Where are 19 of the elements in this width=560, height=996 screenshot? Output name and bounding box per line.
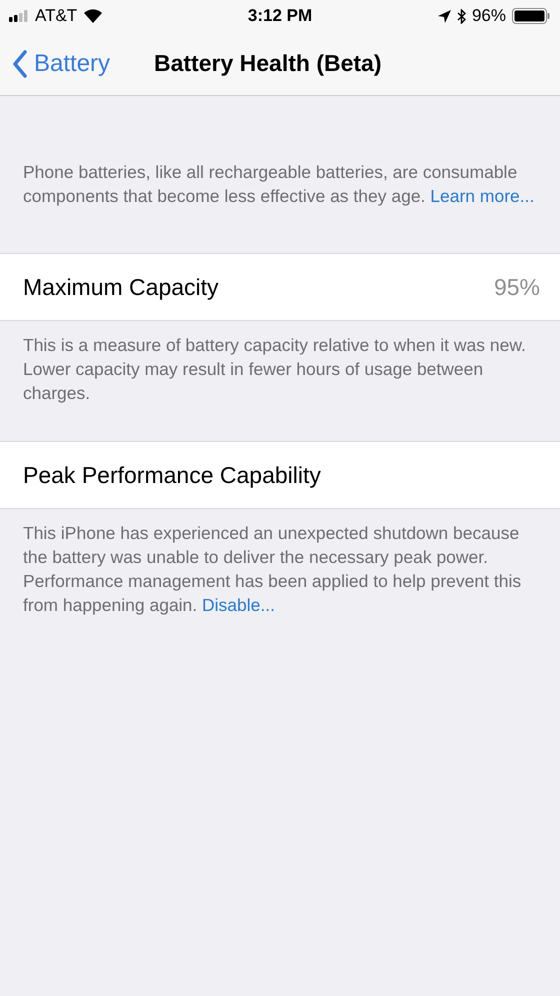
battery-percent: 96% (472, 6, 506, 26)
chevron-left-icon (12, 50, 28, 78)
disable-link[interactable]: Disable... (202, 595, 275, 615)
bluetooth-icon (456, 8, 466, 24)
footer-text: This is a measure of battery capacity relative to when it was new. Lower capacity may result in fewer hours of usage between charges. (22, 334, 527, 405)
status-time: 3:12 PM (248, 6, 312, 26)
description-text: Phone batteries, like all rechargeable batteries, are consumable components that become less effective as they age. Learn more... (22, 161, 536, 208)
footer-text: This iPhone has experienced an unexpected shutdown because the battery was unable to deliver the necessary peak power. Performance management has been applied to help prevent this from happening again. Disable... (22, 522, 522, 617)
carrier-name: AT&T (35, 6, 78, 26)
signal-icon (9, 10, 29, 22)
back-button[interactable]: Battery (12, 50, 110, 78)
page-title: Battery Health (Beta) (154, 50, 382, 77)
location-arrow-icon (438, 10, 451, 22)
wifi-icon (83, 9, 104, 23)
row-label: Peak Performance Capability (23, 462, 321, 488)
learn-more-link[interactable]: Learn more... (430, 186, 534, 206)
row-value: 95% (494, 274, 540, 300)
row-label: Maximum Capacity (23, 274, 219, 300)
battery-icon (512, 8, 550, 24)
